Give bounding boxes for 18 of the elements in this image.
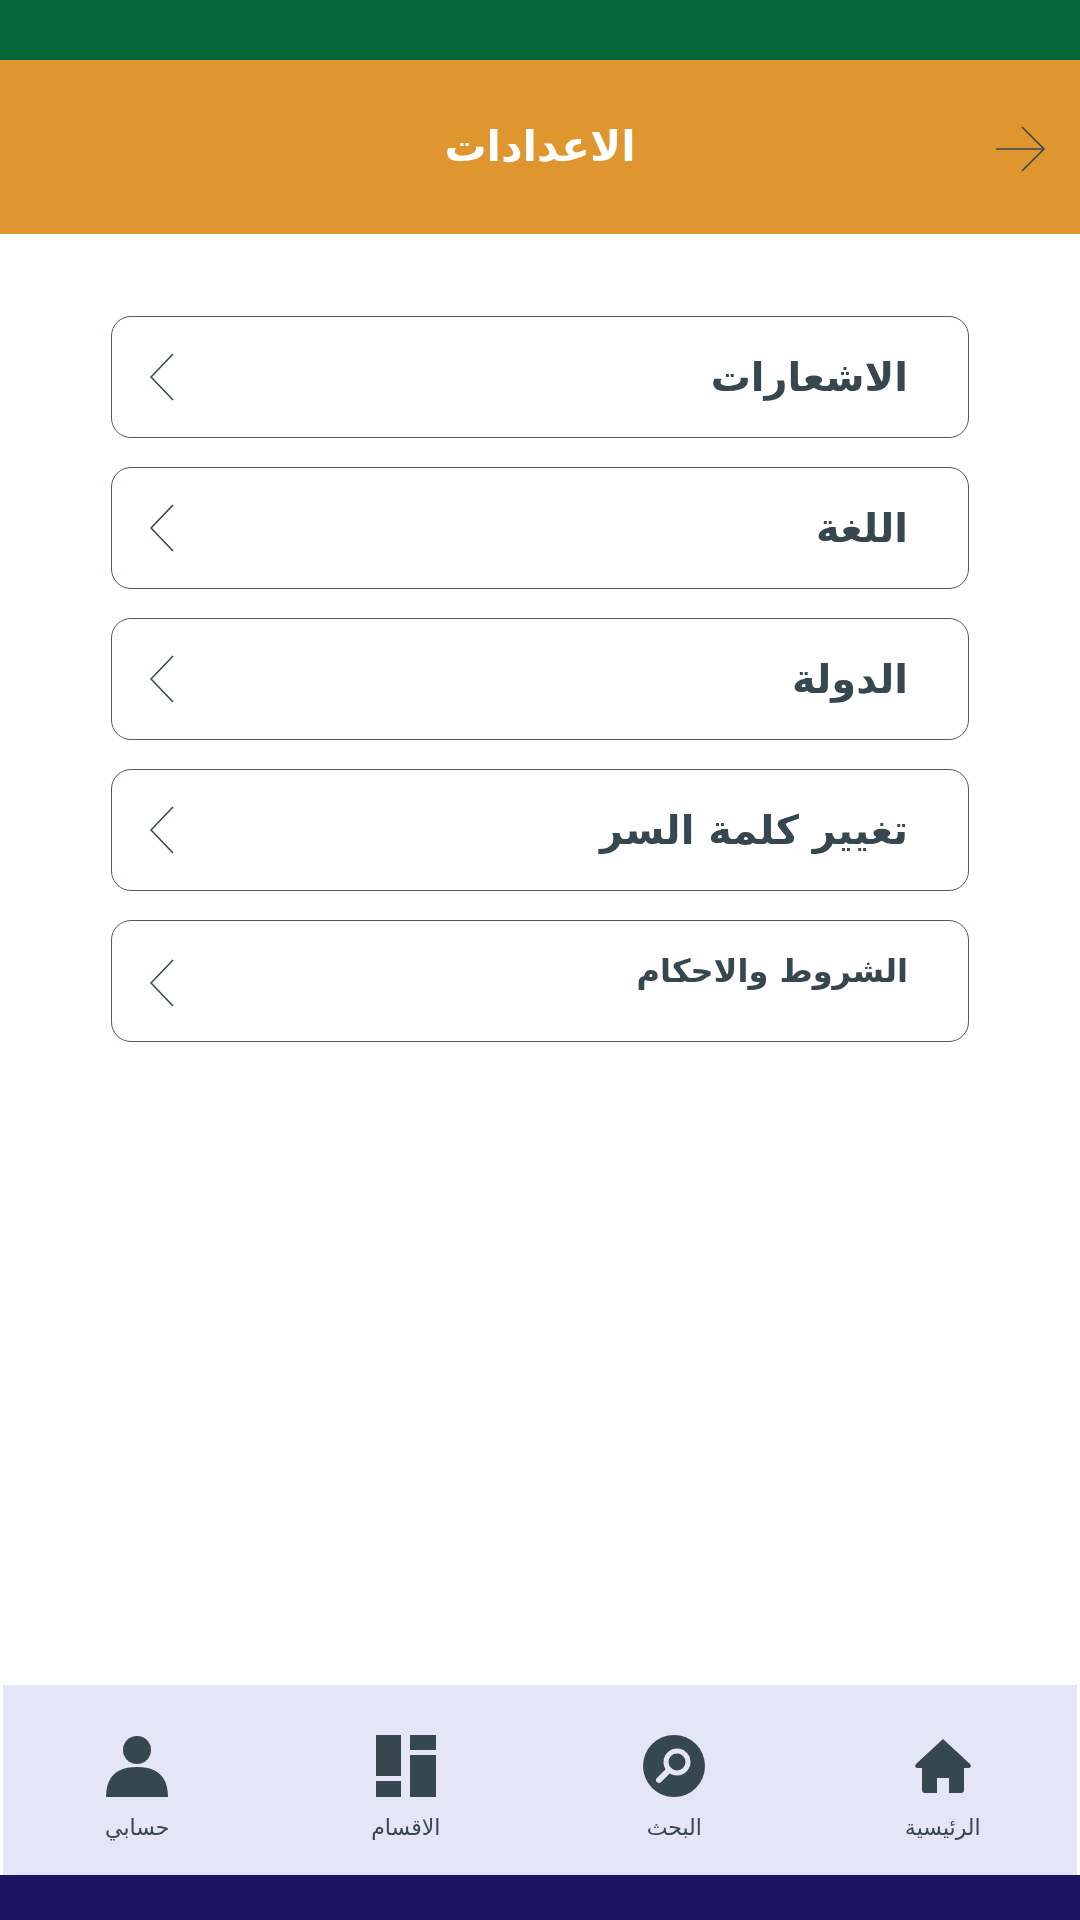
person-icon (106, 1735, 169, 1797)
chevron-left-icon (150, 504, 174, 552)
settings-item[interactable]: الاشعارات (111, 316, 969, 438)
settings-item[interactable]: تغيير كلمة السر (111, 769, 969, 891)
nav-tab[interactable]: حسابي (105, 1735, 170, 1844)
chevron-left-icon (150, 806, 174, 854)
chevron-left-icon (150, 353, 174, 401)
nav-tab[interactable]: الرئيسية (904, 1735, 981, 1844)
nav-tab[interactable]: البحث (643, 1735, 706, 1844)
grid-layout-icon (374, 1735, 437, 1797)
settings-item[interactable]: اللغة (111, 467, 969, 589)
settings-item[interactable]: الدولة (111, 618, 969, 740)
nav-tab[interactable]: الاقسام (371, 1735, 441, 1844)
chevron-left-icon (150, 959, 174, 1007)
settings-item[interactable]: الشروط والاحكام (111, 920, 969, 1042)
page-title: الاعدادات (444, 121, 636, 173)
chevron-left-icon (150, 655, 174, 703)
search-icon (643, 1735, 706, 1797)
